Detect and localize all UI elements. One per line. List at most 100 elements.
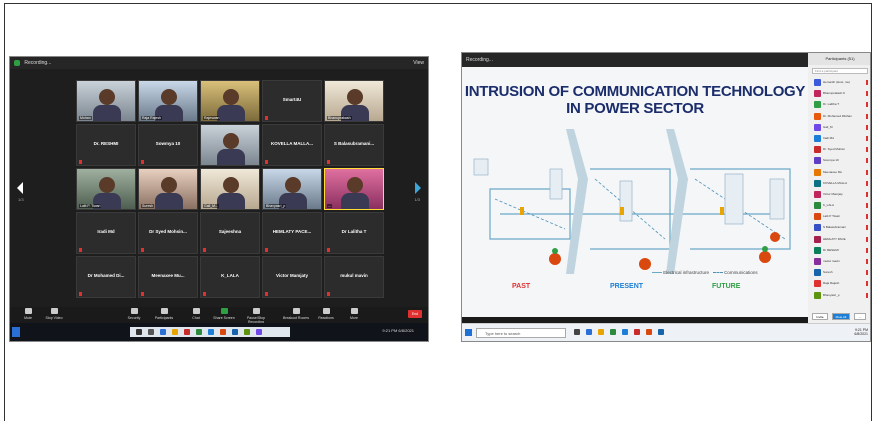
tile-label: Raja Rajesh [141,116,163,120]
participant-row[interactable]: Raja Rajesh [808,278,870,289]
participant-row[interactable]: Dr. Mohamed Dilshan [808,111,870,122]
invite-button[interactable]: Invite [812,313,828,320]
participant-row[interactable]: Dr RESHMI [808,245,870,256]
zoom-icon[interactable] [208,329,214,335]
ellipsis-icon [350,308,358,314]
participant-row[interactable]: S Balasubramani [808,222,870,233]
meeting-top-bar: Recording... View [10,57,428,69]
participant-name: K_LALA [823,203,835,208]
more-options-button[interactable]: ... [854,313,866,320]
participant-row[interactable]: Victor Mamjaty [808,189,870,200]
video-tile[interactable]: HEMLATY PACE... [262,212,322,254]
taskbar-search-input[interactable]: Type here to search [476,328,566,338]
next-page-arrow-icon[interactable] [415,182,421,194]
video-tile[interactable]: Victor Mamjaty [262,256,322,298]
participant-row[interactable]: Dr. Lalitha T [808,99,870,110]
chrome-icon[interactable] [610,329,616,335]
participant-row[interactable]: Dr. Syed Mohsin [808,144,870,155]
video-tile[interactable]: Suresh [138,168,198,210]
shield-icon[interactable] [14,59,20,66]
pdf-icon[interactable] [634,329,640,335]
video-tile[interactable] [200,124,260,166]
edge-icon[interactable] [586,329,592,335]
start-icon[interactable] [465,329,472,336]
pdf-icon[interactable] [184,329,190,335]
tile-label: Rajeswari [203,116,221,120]
video-tile[interactable]: Dr Lalitha T [324,212,384,254]
video-tile[interactable]: Raja Rajesh [138,80,198,122]
video-tile[interactable]: Sajeeshna [200,212,260,254]
participant-name: Raja Rajesh [823,281,840,286]
participant-row[interactable]: Bhanuprakash K [808,88,870,99]
folder-icon[interactable] [598,329,604,335]
video-tile[interactable]: Dr. RESHMI [76,124,136,166]
participant-row[interactable]: mukul mavin [808,256,870,267]
video-tile[interactable]: Meenaxee Mu... [138,256,198,298]
participant-row[interactable]: K_LALA [808,200,870,211]
muted-mic-icon [265,116,268,120]
more-button[interactable]: More [340,308,368,320]
participant-search-input[interactable]: Find a participant [812,68,868,74]
participant-row[interactable]: Lalit P Tiwari [808,211,870,222]
word-icon[interactable] [232,329,238,335]
participant-row[interactable]: Sowmya 10 [808,155,870,166]
chat-label: Chat [192,316,200,320]
video-tile[interactable]: Rajeswari [200,80,260,122]
participant-row[interactable]: HEMLATY PACE [808,234,870,245]
zoom-icon[interactable] [622,329,628,335]
participant-row[interactable]: Gali_M [808,122,870,133]
video-tile[interactable]: mukul mavin [324,256,384,298]
muted-mic-icon [141,292,144,296]
video-tile[interactable]: Dr Mohamed Di... [76,256,136,298]
chat-button[interactable]: Chat [182,308,210,320]
mute-button[interactable]: Mute [14,308,42,320]
participant-row[interactable]: Iradi Md [808,133,870,144]
video-tile[interactable]: Mohan [76,80,136,122]
video-tile[interactable]: ... [324,168,384,210]
chat-bubble-icon [192,308,200,314]
start-icon[interactable] [12,327,20,337]
participant-row[interactable]: Suresh [808,267,870,278]
reactions-button[interactable]: Reactions [312,308,340,320]
powerpoint-icon[interactable] [220,329,226,335]
video-tile[interactable]: Lalit P. Tiwari [76,168,136,210]
video-tile[interactable]: Bhanuprakash [324,80,384,122]
video-tile[interactable]: Bhavyasri_p [262,168,322,210]
share-screen-button[interactable]: Share Screen [210,308,238,320]
video-tile[interactable]: Smart4U [262,80,322,122]
participants-button[interactable]: Participants [150,308,178,320]
participant-row[interactable]: Bhavyasri_p [808,290,870,301]
video-tile[interactable]: Iradi Md [76,212,136,254]
view-button[interactable]: View [413,57,424,69]
video-tile[interactable]: Dr Syed Mohsin... [138,212,198,254]
powerpoint-icon[interactable] [646,329,652,335]
edge-icon[interactable] [160,329,166,335]
breakout-rooms-button[interactable]: Breakout Rooms [282,308,310,320]
avatar [814,190,821,198]
search-icon[interactable] [136,329,142,335]
previous-page-arrow-icon[interactable] [17,182,23,194]
participants-label: Participants [154,316,174,320]
app-icon[interactable] [256,329,262,335]
participant-row[interactable]: KOVELLA MALLA [808,178,870,189]
word-icon[interactable] [658,329,664,335]
task-view-icon[interactable] [574,329,580,335]
security-label: Security [127,316,141,320]
video-tile[interactable]: KOVELLA MALLA... [262,124,322,166]
end-meeting-button[interactable]: End [408,310,422,318]
mute-all-button[interactable]: Mute All [832,313,850,320]
folder-icon[interactable] [172,329,178,335]
avatar [814,269,821,277]
video-tile[interactable]: Sowmya 10 [138,124,198,166]
task-view-icon[interactable] [148,329,154,335]
security-button[interactable]: Security [120,308,148,320]
video-tile[interactable]: S Balasubramani... [324,124,384,166]
participant-row[interactable]: Hemanth (Host, me) [808,77,870,88]
video-tile[interactable]: K_LALA [200,256,260,298]
pause-recording-button[interactable]: Pause/Stop Recording [242,308,270,324]
excel-icon[interactable] [244,329,250,335]
chrome-icon[interactable] [196,329,202,335]
stop-video-button[interactable]: Stop Video [40,308,68,320]
participant-row[interactable]: Meenaxee Mu [808,167,870,178]
video-tile[interactable]: Gali_M... [200,168,260,210]
